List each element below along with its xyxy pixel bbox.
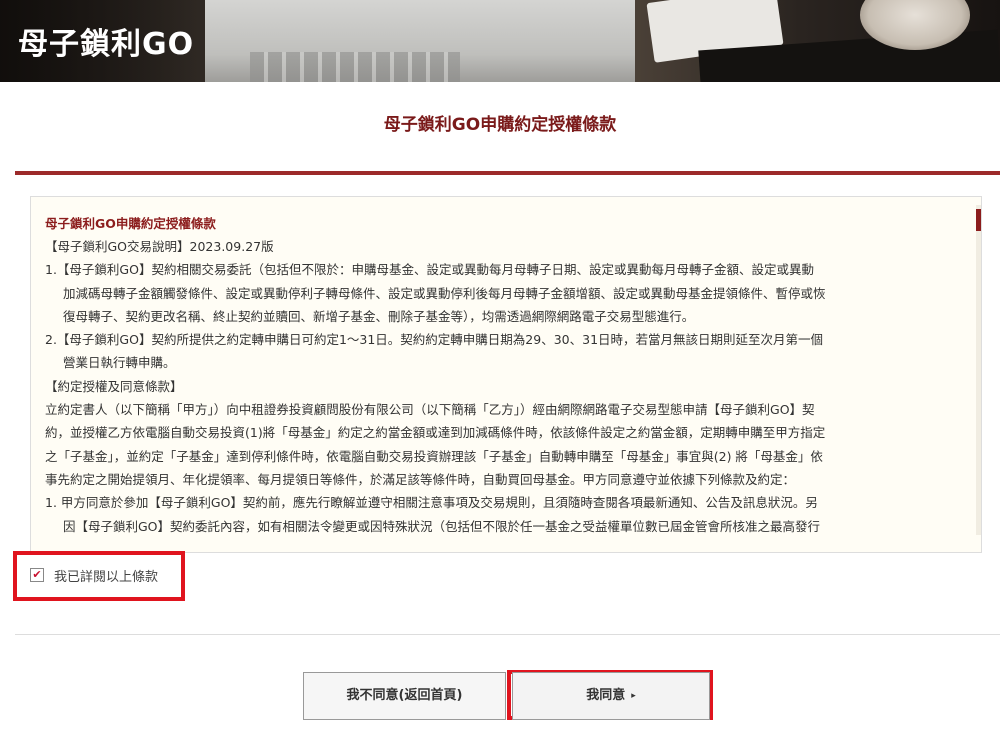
terms-paragraph-line-2: 約，並授權乙方依電腦自動交易投資(1)將「母基金」約定之約當金額或達到加減碼條件… xyxy=(45,425,826,441)
terms-item-3-line-2: 因【母子鎖利GO】契約委託內容，如有相關法令變更或因特殊狀況（包括但不限於任一基… xyxy=(63,518,821,534)
agree-checkbox[interactable]: ✔ xyxy=(30,568,44,582)
agree-button[interactable]: 我同意 ▸ xyxy=(512,672,710,720)
terms-paragraph-line-1: 立約定書人（以下簡稱「甲方」）向中租證券投資顧問股份有限公司（以下簡稱「乙方」）… xyxy=(45,402,815,418)
terms-item-1-line-1: 1.【母子鎖利GO】契約相關交易委託（包括但不限於：申購母基金、設定或異動每月母… xyxy=(45,262,814,278)
terms-item-2-line-2: 營業日執行轉申購。 xyxy=(63,355,176,371)
terms-content: 母子鎖利GO申購約定授權條款 【母子鎖利GO交易說明】2023.09.27版 1… xyxy=(45,213,959,538)
terms-item-1-line-2: 加減碼母轉子金額觸發條件、設定或異動停利子轉母條件、設定或異動停利後每月母轉子金… xyxy=(63,285,826,301)
banner-laptop-image xyxy=(205,0,635,82)
terms-section-heading: 【約定授權及同意條款】 xyxy=(45,378,183,394)
terms-item-1-line-3: 復母轉子、契約更改名稱、終止契約並贖回、新增子基金、刪除子基金等），均需透過網際… xyxy=(63,308,695,324)
page-title: 母子鎖利GO申購約定授權條款 xyxy=(383,115,617,135)
terms-scroll-thumb[interactable] xyxy=(976,209,981,231)
agree-button-label: 我同意 xyxy=(586,688,626,703)
terms-paragraph-line-3: 之「子基金」，並約定「子基金」達到停利條件時，依電腦自動交易投資辦理該「子基金」… xyxy=(45,448,823,464)
terms-scrollbar[interactable] xyxy=(976,205,981,535)
title-divider xyxy=(15,171,1000,175)
terms-item-3-line-1: 1. 甲方同意於參加【母子鎖利GO】契約前，應先行瞭解並遵守相關注意事項及交易規… xyxy=(45,495,818,511)
terms-version-line: 【母子鎖利GO交易說明】2023.09.27版 xyxy=(45,239,274,254)
caret-right-icon: ▸ xyxy=(631,691,636,701)
terms-paragraph-line-4: 事先約定之開始提領月、年化提領率、每月提領日等條件，於滿足該等條件時，自動買回母… xyxy=(45,471,796,487)
terms-scroll-box[interactable]: 母子鎖利GO申購約定授權條款 【母子鎖利GO交易說明】2023.09.27版 1… xyxy=(30,196,982,553)
bottom-divider xyxy=(15,634,1000,635)
header-banner: 母子鎖利GO xyxy=(0,0,1000,82)
terms-heading: 母子鎖利GO申購約定授權條款 xyxy=(45,216,216,231)
brand-logo[interactable]: 母子鎖利GO xyxy=(18,19,194,63)
agree-checkbox-label[interactable]: 我已詳閱以上條款 xyxy=(54,566,158,585)
decline-button-label: 我不同意(返回首頁) xyxy=(346,688,463,703)
decline-button[interactable]: 我不同意(返回首頁) xyxy=(303,672,506,720)
terms-item-2-line-1: 2.【母子鎖利GO】契約所提供之約定轉申購日可約定1～31日。契約約定轉申購日期… xyxy=(45,332,824,348)
